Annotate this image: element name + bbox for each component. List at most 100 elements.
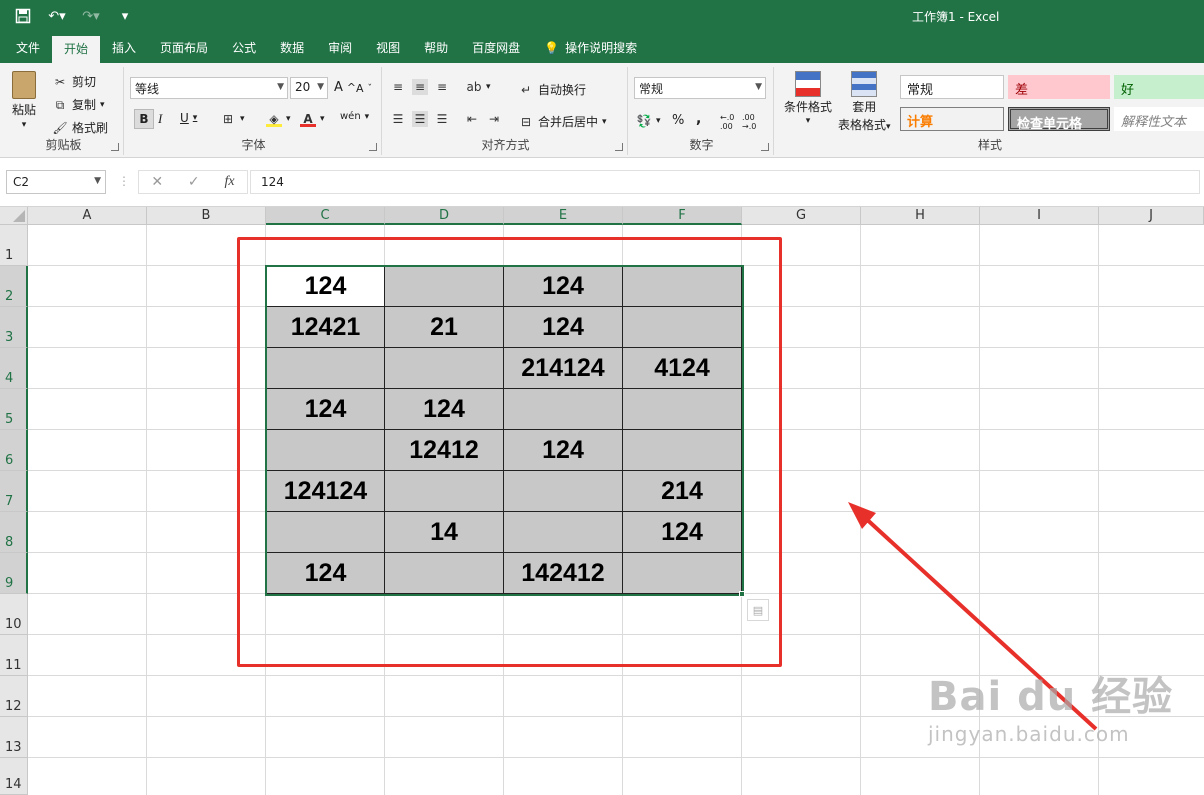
tab-baidu-netdisk[interactable]: 百度网盘 (460, 33, 532, 63)
align-right-icon: ☰ (436, 112, 448, 126)
alignment-dialog-launcher[interactable] (615, 143, 623, 151)
number-format-value: 常规 (639, 82, 664, 96)
decrease-decimal-icon: .00 →.0 (742, 113, 757, 131)
paste-label: 粘贴 (12, 103, 37, 117)
style-explanatory[interactable]: 解释性文本 (1114, 107, 1204, 131)
undo-icon[interactable]: ↶▾ (48, 7, 66, 25)
insert-function-button[interactable]: fx (224, 174, 234, 190)
window-title: 工作簿1 - Excel (912, 10, 1000, 24)
style-normal[interactable]: 常规 (900, 75, 1004, 99)
tell-me-search[interactable]: 💡 操作说明搜索 (532, 33, 649, 63)
number-dialog-launcher[interactable] (761, 143, 769, 151)
grow-font-button[interactable]: A ^ (334, 80, 356, 95)
chevron-down-icon: ▾ (21, 120, 27, 130)
font-dialog-launcher[interactable] (369, 143, 377, 151)
alignment-group-label: 对齐方式 (481, 138, 530, 152)
left-align-button[interactable]: ☰ (390, 111, 406, 127)
decrease-indent-button[interactable]: ⇤ (464, 111, 480, 127)
enter-icon[interactable]: ✓ (188, 174, 200, 190)
style-bad[interactable]: 差 (1008, 75, 1110, 99)
middle-align-button[interactable]: ≡ (412, 79, 428, 95)
merge-icon: ⊟ (520, 114, 532, 129)
tab-review[interactable]: 审阅 (316, 33, 364, 63)
scissors-icon: ✂ (54, 74, 66, 89)
outdent-icon: ⇤ (466, 112, 478, 126)
font-name-value: 等线 (135, 82, 160, 96)
percent-button[interactable]: % (672, 113, 684, 128)
tab-formulas[interactable]: 公式 (220, 33, 268, 63)
tab-page-layout[interactable]: 页面布局 (148, 33, 220, 63)
tab-help[interactable]: 帮助 (412, 33, 460, 63)
comma-label: , (696, 111, 702, 127)
top-align-button[interactable]: ≡ (390, 79, 406, 95)
cancel-icon[interactable]: ✕ (151, 174, 163, 190)
customize-qat-icon[interactable]: ▾ (116, 7, 134, 25)
comma-button[interactable]: , (696, 111, 701, 127)
orientation-icon: ab (466, 80, 482, 94)
accounting-format-button[interactable]: 💱 ▾ (636, 113, 661, 129)
align-center-icon: ☰ (414, 112, 426, 126)
borders-button[interactable]: ⊞ ▾ (220, 111, 245, 127)
style-check-cell[interactable]: 检查单元格 (1008, 107, 1110, 132)
alignment-group: ≡ ≡ ≡ ab ▾ ↵ 自动换行 ☰ ☰ ☰ ⇤ ⇥ ⊟ 合并后居中 ▾ 对齐方式 (384, 67, 628, 155)
tab-home[interactable]: 开始 (52, 36, 101, 63)
styles-group-label: 样式 (977, 138, 1002, 152)
caret-down-icon: ˇ (367, 83, 373, 94)
right-align-button[interactable]: ☰ (434, 111, 450, 127)
tab-file[interactable]: 文件 (4, 33, 52, 63)
table-format-icon (851, 71, 878, 97)
style-calculation[interactable]: 计算 (900, 107, 1004, 131)
tab-view[interactable]: 视图 (364, 33, 412, 63)
redo-icon[interactable]: ↷▾ (82, 7, 100, 25)
bold-button[interactable]: B (134, 109, 154, 129)
tab-insert[interactable]: 插入 (100, 33, 148, 63)
copy-button[interactable]: ⧉ 复制 ▾ (52, 96, 105, 113)
conditional-format-label: 条件格式 (784, 100, 833, 114)
cut-label: 剪切 (72, 75, 97, 89)
clipboard-dialog-launcher[interactable] (111, 143, 119, 151)
lightbulb-icon: 💡 (544, 41, 560, 55)
borders-icon: ⊞ (222, 112, 234, 126)
format-painter-button[interactable]: 🖌 格式刷 (52, 119, 108, 136)
font-size-combo[interactable]: 20 ▼ (290, 77, 328, 99)
merge-center-button[interactable]: ⊟ 合并后居中 ▾ (518, 113, 607, 130)
chevron-down-icon: ▾ (805, 116, 811, 126)
wrap-text-button[interactable]: ↵ 自动换行 (518, 81, 586, 98)
chevron-down-icon: ▼ (277, 82, 284, 92)
fill-bucket-icon: ◈ (266, 111, 282, 127)
orientation-button[interactable]: ab ▾ (466, 79, 491, 95)
shrink-font-button[interactable]: Aˇ (356, 82, 372, 95)
conditional-format-button[interactable]: 条件格式 ▾ (784, 71, 832, 126)
clipboard-group: 粘贴 ▾ ✂ 剪切 ⧉ 复制 ▾ 🖌 格式刷 剪贴板 (4, 67, 124, 155)
phonetic-guide-button[interactable]: wén ▾ (340, 111, 369, 122)
font-color-button[interactable]: A ▾ (300, 111, 325, 127)
decrease-decimal-button[interactable]: .00 →.0 (742, 113, 756, 131)
number-group: 常规 ▼ 💱 ▾ % , ←.0.00 .00 →.0 数字 (630, 67, 774, 155)
indent-icon: ⇥ (488, 112, 500, 126)
copy-label: 复制 (72, 98, 97, 112)
formula-input[interactable]: 124 (250, 170, 1200, 194)
center-align-button[interactable]: ☰ (412, 111, 428, 127)
increase-indent-button[interactable]: ⇥ (486, 111, 502, 127)
paste-icon (12, 71, 36, 99)
number-format-combo[interactable]: 常规 ▼ (634, 77, 766, 99)
formula-bar: C2 ▼ ⋮ ✕ ✓ fx 124 (0, 158, 1204, 207)
save-icon[interactable] (14, 7, 32, 25)
formula-bar-grip-icon[interactable]: ⋮ (118, 174, 130, 188)
fill-color-button[interactable]: ◈ ▾ (266, 111, 291, 127)
align-middle-icon: ≡ (414, 80, 426, 94)
paste-button[interactable]: 粘贴 ▾ (12, 71, 36, 130)
name-box[interactable]: C2 ▼ (6, 170, 106, 194)
bottom-align-button[interactable]: ≡ (434, 79, 450, 95)
underline-button[interactable]: U ▾ (180, 111, 197, 125)
italic-button[interactable]: I (158, 111, 162, 127)
format-as-table-button[interactable]: 套用 表格格式▾ (838, 71, 891, 133)
chevron-down-icon: ▾ (192, 113, 198, 123)
format-table-label-1: 套用 (852, 100, 877, 114)
font-name-combo[interactable]: 等线 ▼ (130, 77, 288, 99)
increase-decimal-button[interactable]: ←.0.00 (720, 113, 734, 131)
currency-icon: 💱 (636, 114, 652, 128)
tab-data[interactable]: 数据 (268, 33, 316, 63)
cut-button[interactable]: ✂ 剪切 (52, 73, 96, 90)
style-good[interactable]: 好 (1114, 75, 1204, 99)
